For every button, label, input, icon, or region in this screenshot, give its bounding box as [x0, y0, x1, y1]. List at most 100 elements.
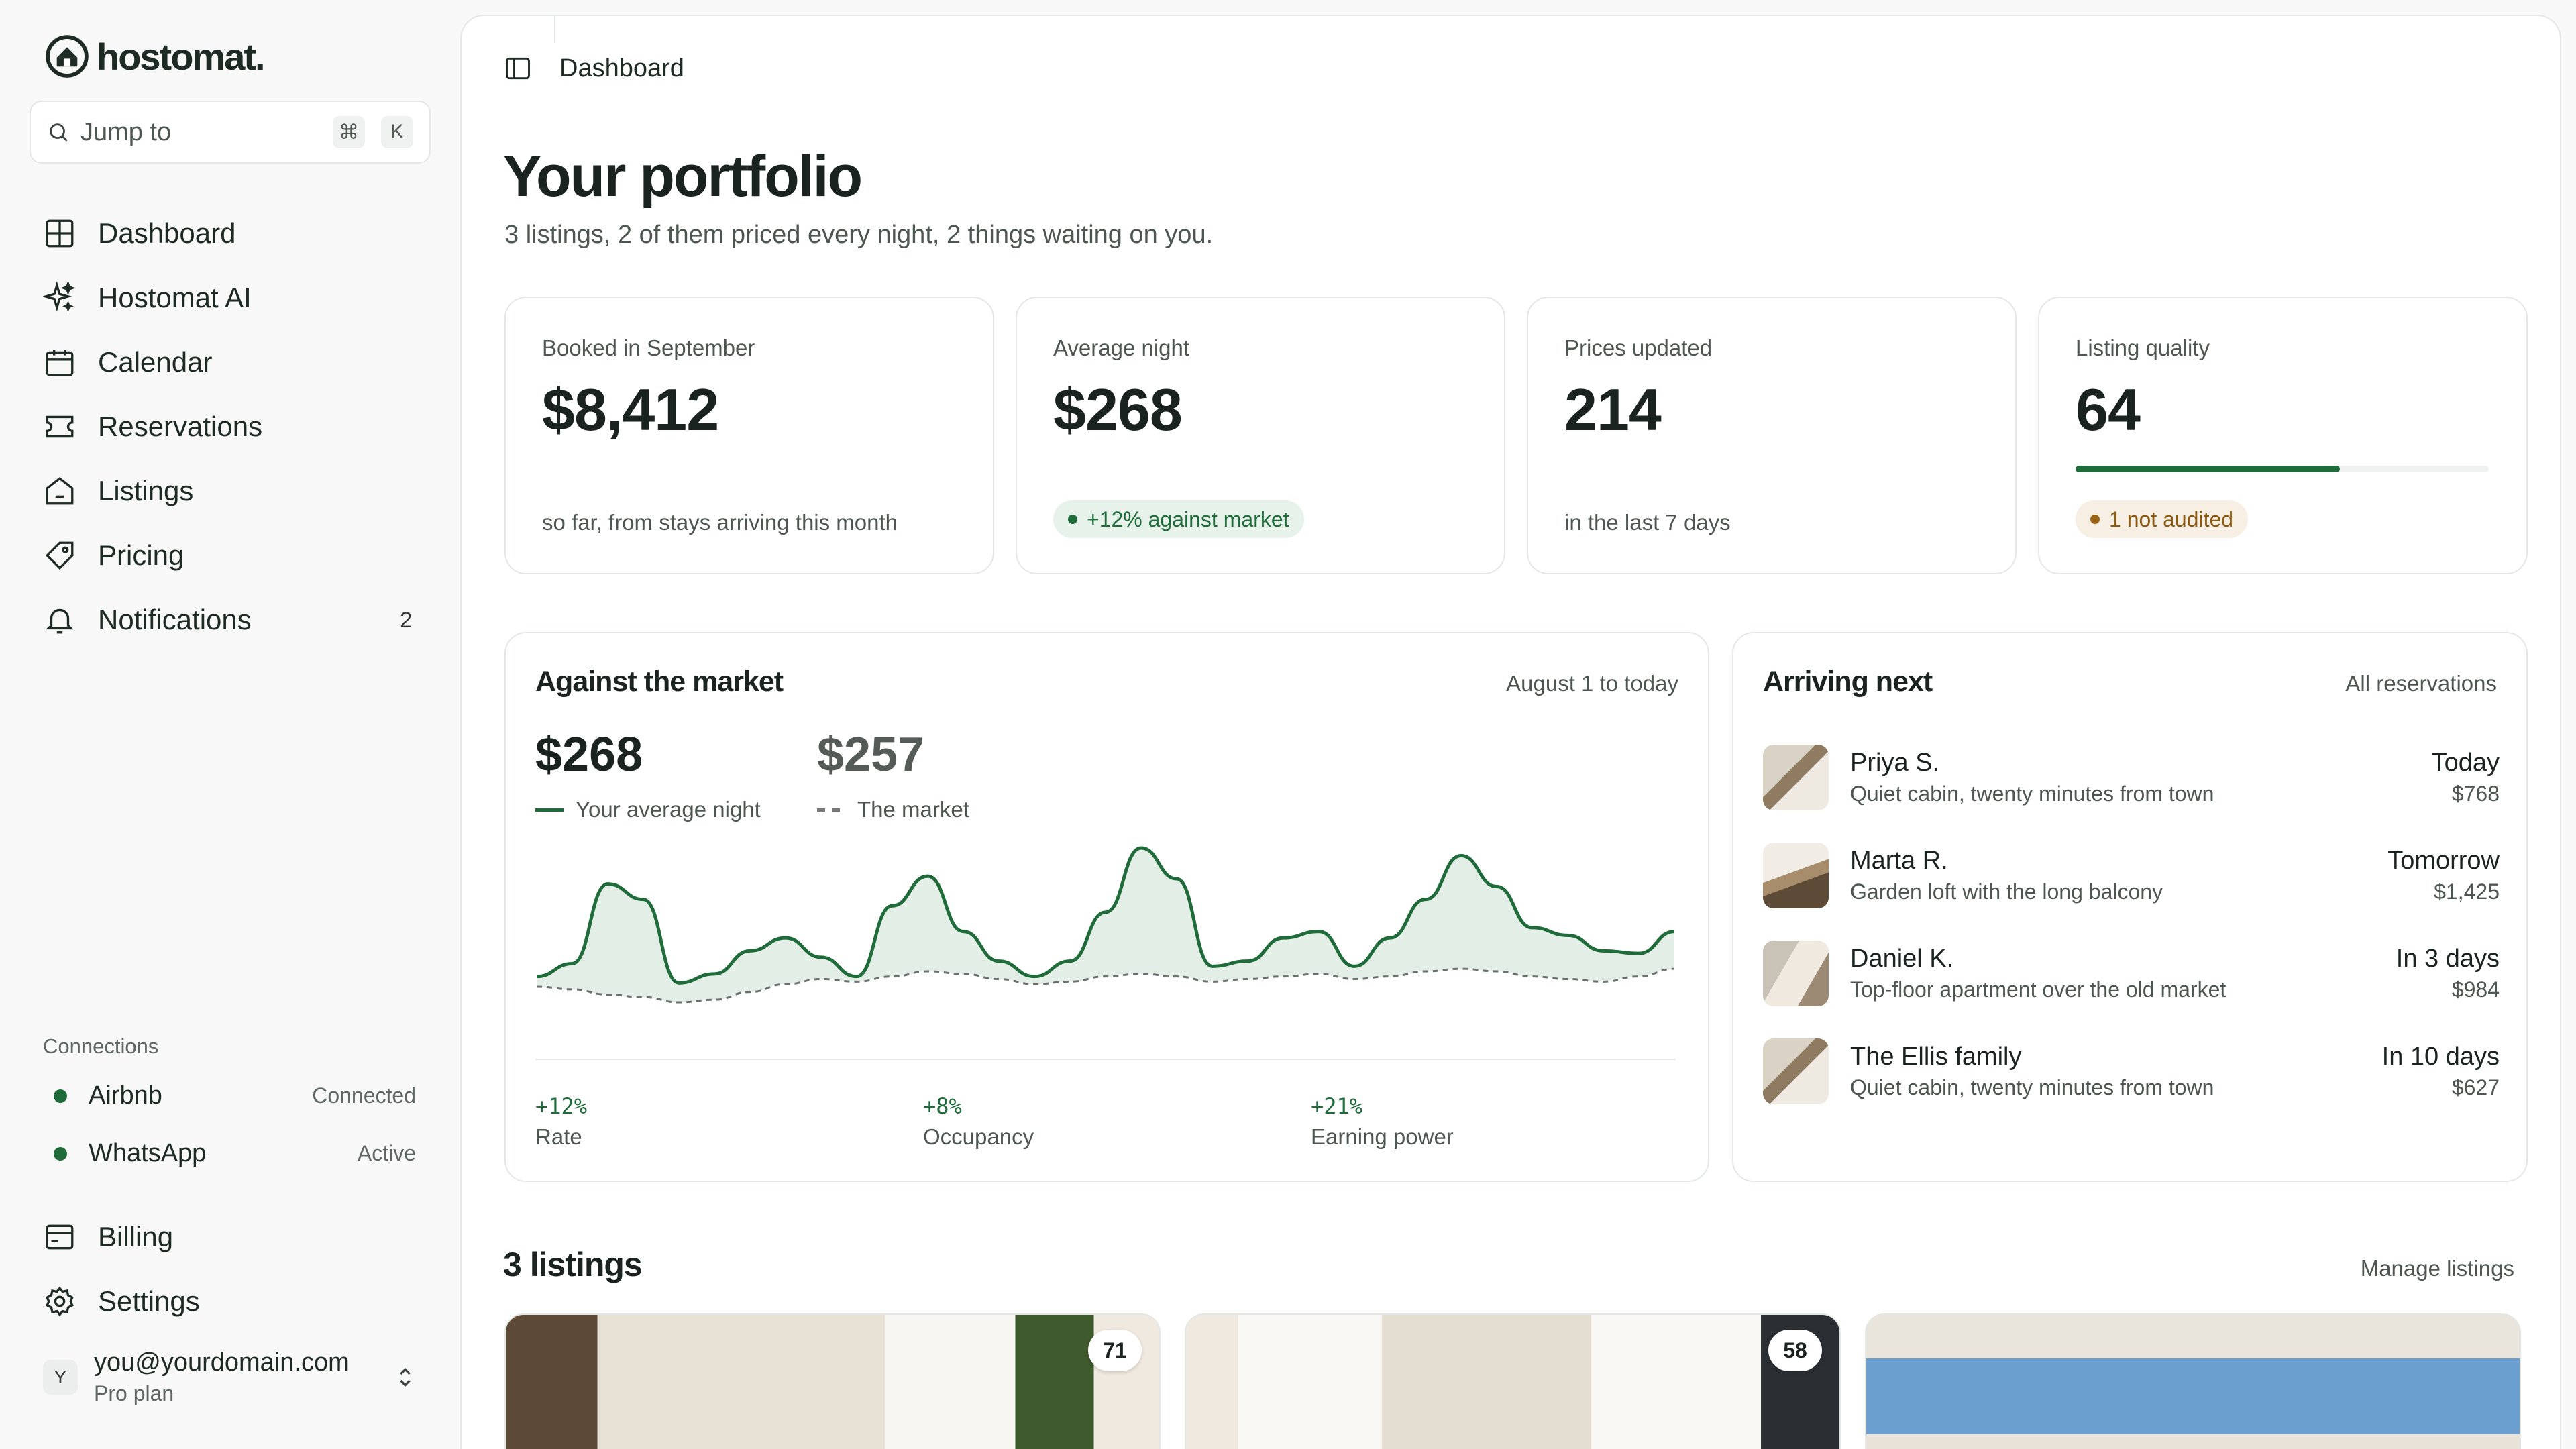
nav-label: Listings	[98, 475, 194, 506]
secondary-nav: Billing Settings	[43, 1205, 419, 1334]
arrival-day: In 10 days	[2381, 1042, 2500, 1071]
chevron-up-down-icon	[400, 1367, 411, 1387]
listing-thumbnail	[1763, 1038, 1829, 1104]
connection-whatsapp[interactable]: WhatsApp Active	[43, 1139, 416, 1168]
nav-item-dashboard[interactable]: Dashboard	[43, 201, 419, 266]
page-title: Your portfolio	[503, 144, 863, 209]
market-chart	[536, 846, 1675, 1004]
sidebar-toggle-icon[interactable]	[503, 54, 533, 83]
stat-value: 64	[2076, 376, 2141, 443]
delta-label: Rate	[535, 1124, 582, 1149]
guest-name: Priya S.	[1850, 749, 1940, 777]
arrival-day: Tomorrow	[2387, 847, 2500, 875]
nav-label: Dashboard	[98, 217, 236, 249]
stat-value: $268	[1053, 376, 1183, 443]
nav-label: Billing	[98, 1221, 174, 1252]
listing-card[interactable]	[1865, 1313, 2521, 1449]
topbar-divider	[554, 16, 555, 43]
tag-icon	[45, 541, 74, 570]
stat-card-booked[interactable]: Booked in September $8,412 so far, from …	[504, 297, 994, 574]
home-icon	[46, 477, 74, 505]
bell-icon	[46, 608, 74, 634]
nav-item-hostomat-ai[interactable]: Hostomat AI	[43, 266, 419, 330]
nav-item-pricing[interactable]: Pricing	[43, 523, 419, 588]
main-panel: Dashboard Your portfolio 3 listings, 2 o…	[460, 15, 2561, 1449]
nav-item-calendar[interactable]: Calendar	[43, 330, 419, 394]
legend-swatch-dashed	[817, 808, 845, 812]
chart-baseline	[535, 1059, 1676, 1060]
market-badge: +12% against market	[1053, 500, 1304, 538]
grid-icon	[46, 219, 74, 248]
credit-card-icon	[46, 1224, 74, 1250]
card-title: Arriving next	[1763, 665, 1933, 698]
reservation-price: $1,425	[2434, 879, 2500, 904]
stat-footnote: so far, from stays arriving this month	[542, 510, 898, 535]
stat-label: Average night	[1053, 335, 1190, 360]
delta-label: Earning power	[1311, 1124, 1454, 1149]
avatar: Y	[43, 1360, 78, 1395]
topbar: Dashboard	[503, 54, 684, 83]
market-card: Against the market August 1 to today $26…	[504, 632, 1709, 1182]
nav-item-notifications[interactable]: Notifications 2	[43, 588, 419, 652]
manage-listings-link[interactable]: Manage listings	[2361, 1256, 2514, 1281]
nav-item-settings[interactable]: Settings	[43, 1269, 419, 1334]
stat-card-prices-updated[interactable]: Prices updated 214 in the last 7 days	[1527, 297, 2017, 574]
house-logo-icon	[46, 35, 89, 78]
nav-label: Calendar	[98, 346, 213, 378]
connection-airbnb[interactable]: Airbnb Connected	[43, 1081, 416, 1110]
connection-name: Airbnb	[89, 1081, 162, 1110]
guest-name: Marta R.	[1850, 847, 1948, 875]
listing-thumbnail	[1763, 843, 1829, 908]
quality-progress-fill	[2076, 466, 2341, 472]
nav-item-listings[interactable]: Listings	[43, 459, 419, 523]
badge-dot	[1068, 515, 1077, 524]
account-text: you@yourdomain.com Pro plan	[94, 1348, 376, 1406]
audit-badge: 1 not audited	[2076, 500, 2249, 538]
arrivals-card: Arriving next All reservations Priya S. Q…	[1732, 632, 2528, 1182]
nav-label: Hostomat AI	[98, 282, 252, 313]
notifications-count: 2	[400, 607, 412, 632]
stat-card-average-night[interactable]: Average night $268 +12% against market	[1016, 297, 1505, 574]
listing-card[interactable]: 71	[504, 1313, 1161, 1449]
chart-area-fill	[537, 848, 1674, 1002]
shortcut-key-k: K	[381, 116, 413, 148]
connection-status: Active	[357, 1141, 416, 1165]
reservation-row[interactable]: Marta R. Garden loft with the long balcon…	[1763, 839, 2500, 912]
card-title: Against the market	[535, 665, 784, 698]
delta-value: +12%	[535, 1093, 588, 1119]
account-email: you@yourdomain.com	[94, 1348, 350, 1377]
quality-score-badge: 71	[1088, 1330, 1142, 1371]
reservation-row[interactable]: Priya S. Quiet cabin, twenty minutes from…	[1763, 741, 2500, 814]
badge-dot	[2090, 515, 2100, 524]
sidebar: hostomat. Jump to ⌘ K Dashboard Hostomat…	[0, 0, 460, 1449]
nav-item-reservations[interactable]: Reservations	[43, 394, 419, 459]
reservation-price: $627	[2451, 1075, 2500, 1099]
reservation-row[interactable]: Daniel K. Top-floor apartment over the ol…	[1763, 936, 2500, 1010]
quality-progress-bar	[2076, 466, 2489, 472]
arrival-day: In 3 days	[2396, 945, 2500, 973]
listing-card[interactable]: 58	[1185, 1313, 1841, 1449]
breadcrumb: Dashboard	[559, 54, 684, 83]
connection-name: WhatsApp	[89, 1139, 207, 1167]
listing-name: Top-floor apartment over the old market	[1850, 977, 2226, 1002]
date-range[interactable]: August 1 to today	[1506, 671, 1678, 696]
legend-yours: Your average night	[535, 797, 761, 822]
account-menu[interactable]: Y you@yourdomain.com Pro plan	[43, 1347, 419, 1407]
brand-name: hostomat.	[97, 35, 266, 78]
stat-label: Listing quality	[2076, 335, 2210, 360]
quality-score-badge: 58	[1768, 1330, 1822, 1371]
reservation-price: $984	[2451, 977, 2500, 1002]
market-value: $257	[817, 728, 925, 782]
jump-to-label: Jump to	[80, 117, 172, 146]
brand-logo[interactable]: hostomat.	[44, 34, 266, 79]
nav-item-billing[interactable]: Billing	[43, 1205, 419, 1269]
guest-name: Daniel K.	[1850, 945, 1954, 973]
all-reservations-link[interactable]: All reservations	[2345, 671, 2497, 696]
jump-to-search[interactable]: Jump to ⌘ K	[30, 101, 431, 164]
listing-name: Quiet cabin, twenty minutes from town	[1850, 1075, 2214, 1099]
reservation-price: $768	[2451, 782, 2500, 806]
stat-card-listing-quality[interactable]: Listing quality 64 1 not audited	[2038, 297, 2528, 574]
ticket-icon	[46, 415, 74, 438]
reservation-row[interactable]: The Ellis family Quiet cabin, twenty minu…	[1763, 1034, 2500, 1108]
delta-occupancy: +8% Occupancy	[923, 1093, 1034, 1150]
